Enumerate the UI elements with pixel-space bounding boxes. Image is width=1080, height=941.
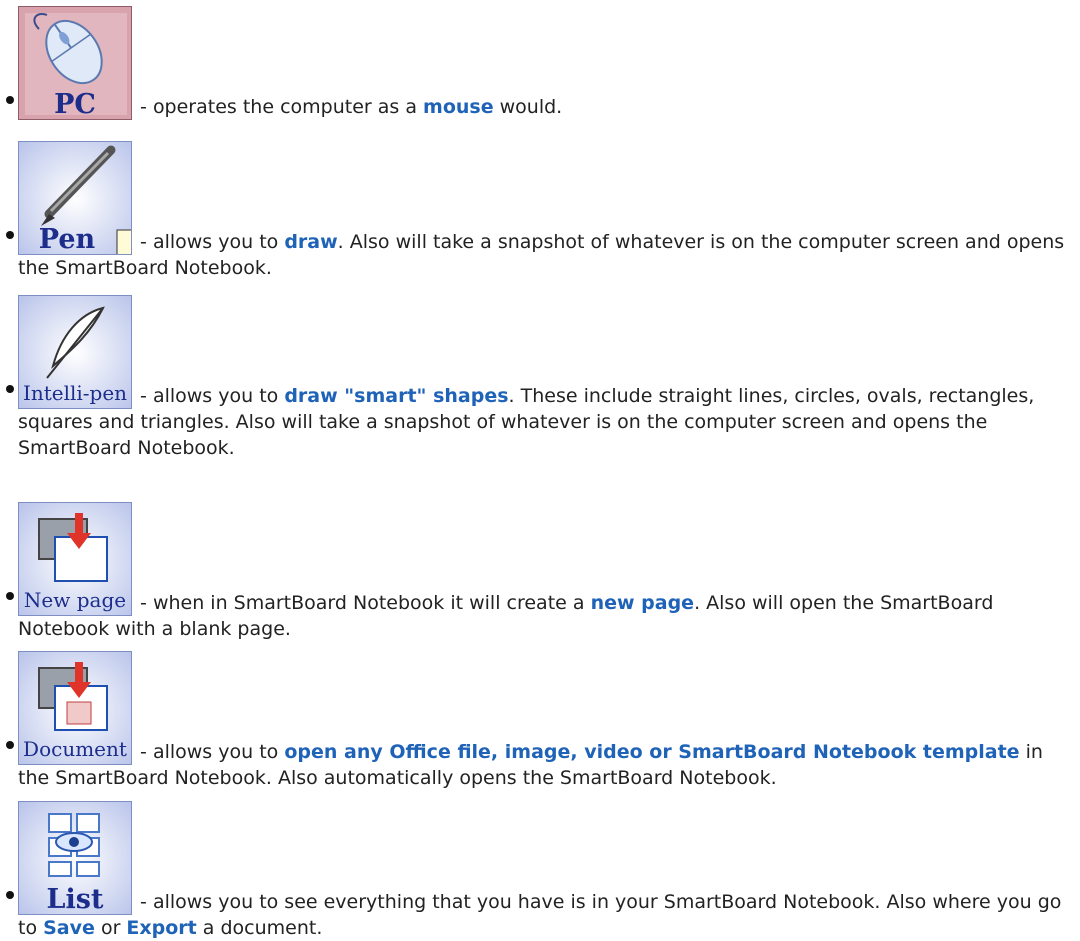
description-text: operates the computer as a <box>152 96 424 118</box>
list-item-pc: PC - operates the computer as a mouse wo… <box>0 0 1080 120</box>
list-item-document: Document - allows you to open any Office… <box>0 645 1080 801</box>
icon-label: New page <box>23 588 127 612</box>
dash: - <box>134 891 153 913</box>
list-item-intelli-pen: Intelli-pen - allows you to draw "smart"… <box>0 289 1080 473</box>
list-item-new-page: New page - when in SmartBoard Notebook i… <box>0 496 1080 640</box>
list-icon[interactable]: List <box>18 801 132 915</box>
feather-pen-icon[interactable]: Intelli-pen <box>18 295 132 409</box>
icon-label: List <box>46 884 104 915</box>
dash: - <box>134 592 153 614</box>
keyword-link[interactable]: new page <box>591 592 695 614</box>
bullet <box>6 231 14 239</box>
document-icon[interactable]: Document <box>18 651 132 765</box>
dash: - <box>134 96 153 118</box>
icon-label: PC <box>54 89 96 120</box>
bullet <box>6 592 14 600</box>
dash: - <box>134 385 153 407</box>
mouse-icon[interactable]: PC <box>18 6 132 120</box>
keyword-link[interactable]: mouse <box>423 96 494 118</box>
keyword-link[interactable]: draw "smart" shapes <box>284 385 508 407</box>
icon-label: Pen <box>38 224 96 255</box>
description-text: would. <box>493 96 563 118</box>
pen-icon[interactable]: Pen <box>18 141 132 255</box>
keyword-link[interactable]: Save <box>43 917 95 939</box>
dash: - <box>134 741 153 763</box>
keyword-link[interactable]: open any Office file, image, video or Sm… <box>284 741 1019 763</box>
description-text: when in SmartBoard Notebook it will crea… <box>152 592 591 614</box>
description-text: allows you to <box>152 741 285 763</box>
description-text: allows you to <box>152 231 285 253</box>
description-text: allows you to <box>152 385 285 407</box>
dash: - <box>134 231 153 253</box>
icon-label: Document <box>23 737 127 761</box>
bullet <box>6 891 14 899</box>
list-item-pen: Pen - allows you to draw. Also will take… <box>0 135 1080 279</box>
description-text: or <box>94 917 127 939</box>
icon-label: Intelli-pen <box>22 381 128 405</box>
bullet <box>6 96 14 104</box>
new-page-icon[interactable]: New page <box>18 502 132 616</box>
keyword-link[interactable]: Export <box>126 917 196 939</box>
list-item-list: List - allows you to see everything that… <box>0 795 1080 939</box>
bullet <box>6 385 14 393</box>
keyword-link[interactable]: draw <box>284 231 337 253</box>
bullet <box>6 741 14 749</box>
description-text: a document. <box>196 917 323 939</box>
